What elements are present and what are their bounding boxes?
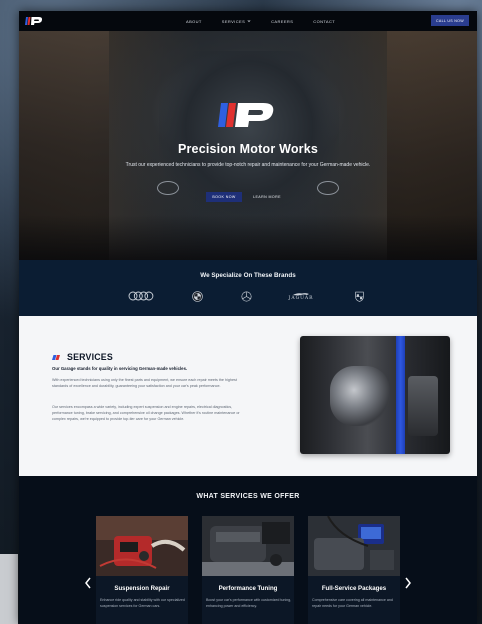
- services-paragraph-2: Our services encompass a wide variety, i…: [52, 405, 240, 421]
- brand-audi: [128, 290, 154, 302]
- strut-brace: [396, 336, 405, 454]
- offers-title: WHAT SERVICES WE OFFER: [196, 493, 300, 500]
- top-nav: ABOUT SERVICES CAREERS CONTACT CALL US N…: [19, 11, 477, 31]
- porsche-logo-icon: [354, 291, 364, 302]
- hero-floor-shadow: [19, 215, 477, 260]
- engine-cover: [408, 376, 438, 436]
- p-logo-icon: [218, 103, 274, 127]
- service-card-suspension[interactable]: Suspension Repair Enhance ride quality a…: [96, 516, 188, 624]
- service-card-full-service[interactable]: Full-Service Packages Comprehensive care…: [308, 516, 400, 624]
- nav-link-careers[interactable]: CAREERS: [271, 19, 293, 24]
- brand-stripes-icon: [52, 354, 60, 360]
- nav-links: ABOUT SERVICES CAREERS CONTACT: [186, 11, 335, 31]
- chevron-right-icon[interactable]: [404, 577, 412, 589]
- engine-bay-image: [300, 336, 450, 454]
- chevron-left-icon[interactable]: [84, 577, 92, 589]
- card-title: Full-Service Packages: [321, 585, 387, 592]
- website-frame: ABOUT SERVICES CAREERS CONTACT CALL US N…: [19, 11, 477, 624]
- nav-link-careers-label: CAREERS: [271, 18, 294, 24]
- card-title: Suspension Repair: [114, 585, 170, 592]
- brand-mercedes: [240, 290, 252, 302]
- hero-title: Precision Motor Works: [177, 142, 319, 156]
- audi-logo-icon: [128, 291, 154, 301]
- services-heading-text: SERVICES: [67, 352, 113, 362]
- services-paragraph-1: With experienced technicians using only …: [52, 378, 237, 388]
- offers-section: WHAT SERVICES WE OFFER Suspension Repair…: [19, 476, 477, 624]
- headlight-right: [317, 181, 339, 195]
- headlight-left: [157, 181, 179, 195]
- nav-link-about[interactable]: ABOUT: [186, 19, 202, 24]
- card-text: Boost your car's performance with custom…: [206, 598, 292, 608]
- diagnostics-image: [308, 516, 400, 576]
- jaguar-wordmark: JAGUAR: [288, 295, 314, 301]
- brand-porsche: [353, 290, 365, 302]
- card-title: Performance Tuning: [218, 585, 278, 592]
- brands-section: We Specialize On These Brands JAGUAR: [19, 260, 477, 316]
- nav-link-contact[interactable]: CONTACT: [313, 19, 335, 24]
- brand-jaguar: JAGUAR: [286, 290, 316, 302]
- brand-bmw: [191, 290, 203, 302]
- card-text: Enhance ride quality and stability with …: [100, 598, 185, 608]
- nav-link-services[interactable]: SERVICES: [222, 19, 251, 24]
- book-now-button[interactable]: BOOK NOW: [206, 192, 242, 202]
- service-card-tuning[interactable]: Performance Tuning Boost your car's perf…: [202, 516, 294, 624]
- chevron-down-icon: [247, 20, 251, 23]
- services-section: SERVICES Our Garage stands for quality i…: [19, 316, 477, 476]
- bmw-logo-icon: [191, 290, 203, 302]
- engine-image: [202, 516, 294, 576]
- hero-subtitle: Trust our experienced technicians to pro…: [125, 162, 371, 168]
- nav-link-contact-label: CONTACT: [313, 18, 336, 24]
- services-lead: Our Garage stands for quality in servici…: [52, 366, 188, 371]
- engine-part: [330, 366, 390, 426]
- services-heading: SERVICES: [52, 352, 113, 362]
- backdrop-edge: [0, 554, 18, 624]
- suspension-image: [96, 516, 188, 576]
- call-us-now-button[interactable]: CALL US NOW: [431, 15, 469, 26]
- learn-more-button[interactable]: LEARN MORE: [248, 192, 286, 202]
- nav-link-about-label: ABOUT: [186, 18, 202, 24]
- mercedes-logo-icon: [240, 290, 252, 302]
- brands-title: We Specialize On These Brands: [200, 272, 296, 279]
- hero-section: Precision Motor Works Trust our experien…: [19, 31, 477, 260]
- nav-link-services-label: SERVICES: [221, 18, 246, 24]
- p-logo-icon[interactable]: [25, 15, 43, 27]
- card-text: Comprehensive care covering all maintena…: [312, 598, 393, 608]
